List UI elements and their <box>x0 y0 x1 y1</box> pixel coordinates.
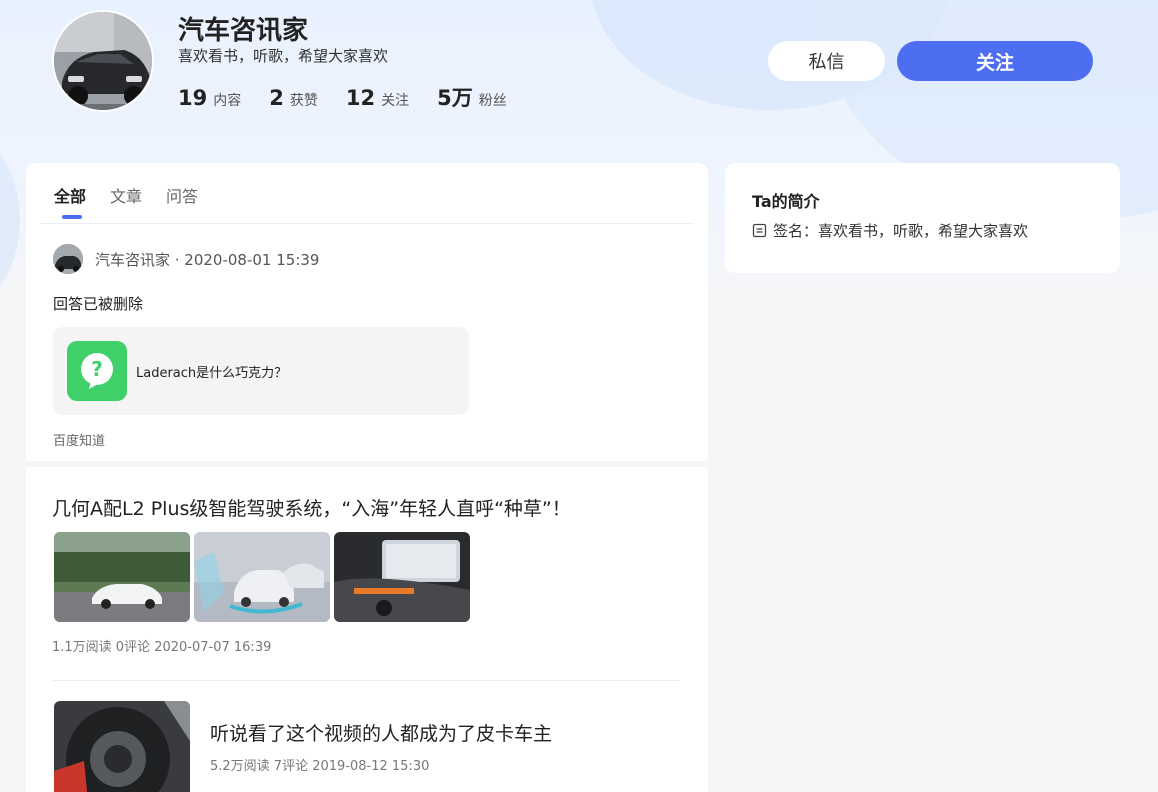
stat-content[interactable]: 19 内容 <box>178 86 241 110</box>
question-card[interactable]: ? Laderach是什么巧克力？ <box>53 327 469 415</box>
article-title[interactable]: 听说看了这个视频的人都成为了皮卡车主 <box>210 719 552 746</box>
stat-following[interactable]: 12 关注 <box>346 86 409 110</box>
question-icon: ? <box>67 341 127 401</box>
feed-card: 几何A配L2 Plus级智能驾驶系统，“入海”年轻人直呼“种草”！ 1.1万阅读… <box>26 467 708 792</box>
question-title[interactable]: Laderach是什么巧克力？ <box>136 362 287 381</box>
article-images[interactable] <box>54 532 474 622</box>
article-meta: 5.2万阅读 7评论 2019-08-12 15:30 <box>210 759 430 774</box>
decorative-shape <box>0 120 20 300</box>
article-thumbnail[interactable] <box>54 701 190 792</box>
stat-followers[interactable]: 5万 粉丝 <box>437 82 507 112</box>
answer-author-meta: 汽车咨讯家 · 2020-08-01 15:39 <box>95 250 320 269</box>
stat-likes: 2 获赞 <box>269 86 318 110</box>
follow-button[interactable]: 关注 <box>897 41 1093 81</box>
stat-number: 5万 <box>437 86 473 110</box>
profile-avatar[interactable] <box>52 10 154 112</box>
article-thumbnail[interactable] <box>54 532 190 622</box>
tab-qa[interactable]: 问答 <box>166 183 198 207</box>
intro-title: Ta的简介 <box>752 192 820 211</box>
message-button[interactable]: 私信 <box>768 41 885 81</box>
svg-text:?: ? <box>91 357 103 381</box>
intro-signature: 签名：喜欢看书，听歌，希望大家喜欢 <box>773 222 1029 240</box>
stat-label: 粉丝 <box>478 93 507 109</box>
document-icon <box>752 223 767 238</box>
profile-stats: 19 内容 2 获赞 12 关注 5万 粉丝 <box>178 82 535 112</box>
tab-articles[interactable]: 文章 <box>110 183 142 207</box>
stat-label: 获赞 <box>289 93 318 109</box>
intro-card: Ta的简介 签名：喜欢看书，听歌，希望大家喜欢 <box>725 163 1120 273</box>
feed-card: 全部 文章 问答 汽车咨讯家 · 2020-08-01 15:39 回答已被删除… <box>26 163 708 461</box>
answer-author-row: 汽车咨讯家 · 2020-08-01 15:39 <box>53 244 319 274</box>
article-thumbnail[interactable] <box>334 532 470 622</box>
author-avatar[interactable] <box>53 244 83 274</box>
stat-number: 12 <box>345 86 376 110</box>
stat-number: 19 <box>178 86 208 110</box>
article-thumbnail[interactable] <box>194 532 330 622</box>
divider <box>40 223 694 224</box>
intro-signature-row: 签名：喜欢看书，听歌，希望大家喜欢 <box>752 220 1028 241</box>
tab-all[interactable]: 全部 <box>54 183 86 219</box>
answer-status: 回答已被删除 <box>53 295 144 313</box>
article-meta: 1.1万阅读 0评论 2020-07-07 16:39 <box>52 640 272 655</box>
divider <box>52 680 680 681</box>
question-source[interactable]: 百度知道 <box>53 430 105 449</box>
stat-label: 关注 <box>381 93 410 109</box>
profile-name: 汽车咨讯家 <box>178 16 309 46</box>
article-title[interactable]: 几何A配L2 Plus级智能驾驶系统，“入海”年轻人直呼“种草”！ <box>52 494 571 521</box>
content-tabs: 全部 文章 问答 <box>54 183 222 219</box>
stat-number: 2 <box>269 86 284 110</box>
stat-label: 内容 <box>213 93 242 109</box>
profile-bio: 喜欢看书，听歌，希望大家喜欢 <box>178 47 389 65</box>
